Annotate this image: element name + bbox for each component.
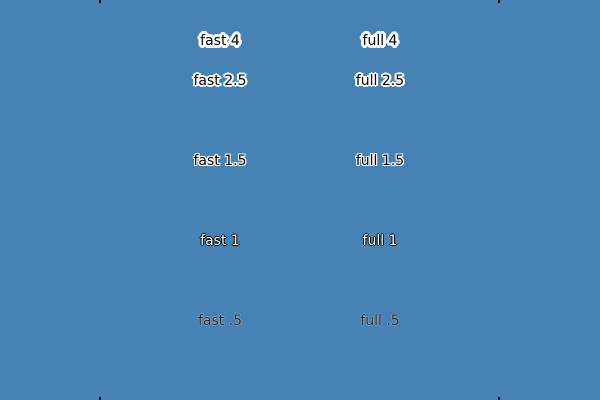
label-full-4: full 4 (362, 33, 398, 49)
label-full-1: full 1 (362, 233, 398, 249)
label-fast-4: fast 4 (200, 33, 240, 49)
plot-canvas: fast 4 full 4 fast 2.5 full 2.5 fast 1.5… (0, 0, 600, 400)
label-full-1-5: full 1.5 (355, 153, 405, 169)
label-fast-0-5: fast .5 (197, 313, 243, 329)
label-fast-1: fast 1 (200, 233, 240, 249)
label-fast-2-5: fast 2.5 (193, 73, 247, 89)
label-fast-1-5: fast 1.5 (193, 153, 247, 169)
label-full-2-5: full 2.5 (355, 73, 405, 89)
corner-tick-top-right (498, 0, 500, 3)
label-full-0-5: full .5 (360, 313, 400, 329)
corner-tick-top-left (99, 0, 101, 3)
